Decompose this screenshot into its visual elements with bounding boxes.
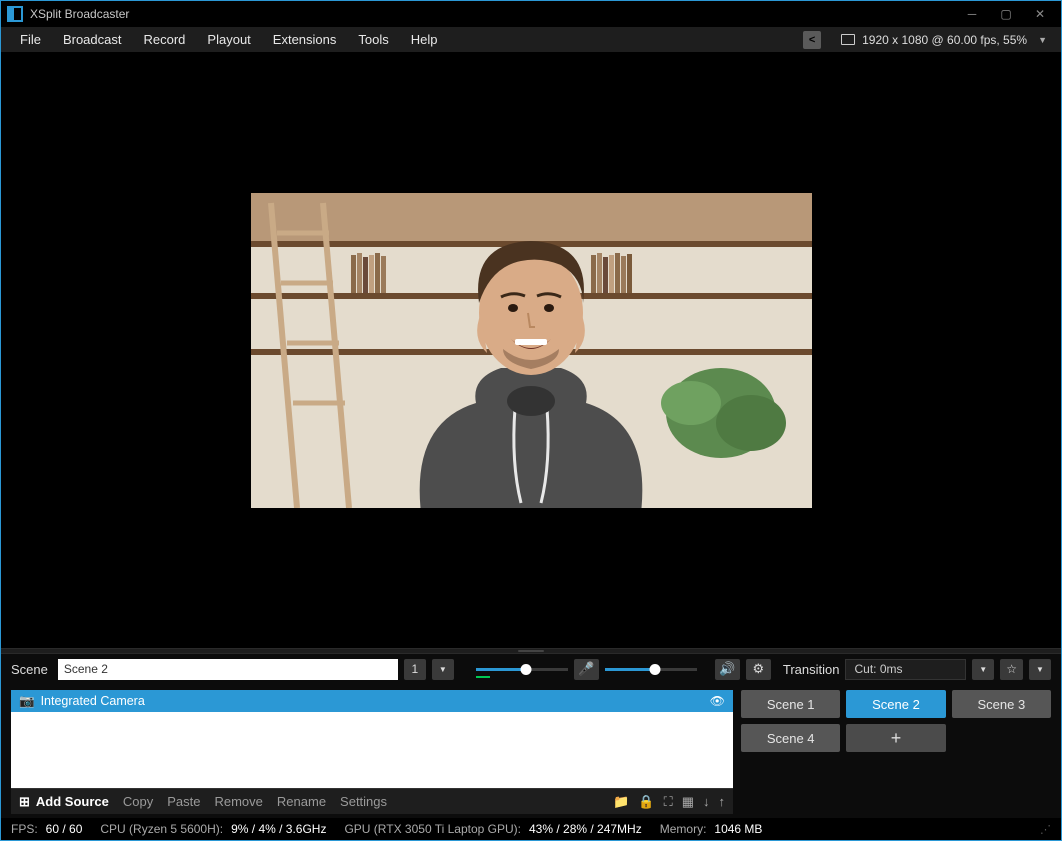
transition-dropdown[interactable]: ▼ <box>972 659 994 680</box>
menu-file[interactable]: File <box>9 28 52 51</box>
gpu-label: GPU (RTX 3050 Ti Laptop GPU): <box>344 822 521 836</box>
lock-icon[interactable]: 🔒 <box>638 794 654 810</box>
minimize-button[interactable]: ─ <box>955 3 989 25</box>
source-item[interactable]: 📷 Integrated Camera 👁 <box>11 690 733 712</box>
memory-value: 1046 MB <box>714 822 762 836</box>
resolution-text: 1920 x 1080 @ 60.00 fps, 55% <box>862 33 1027 47</box>
control-bar: Scene 1 ▼ 🎤 🔊 ⚙ Transition Cut: 0ms ▼ ☆ … <box>1 654 1061 684</box>
transition-value[interactable]: Cut: 0ms <box>845 659 966 680</box>
speaker-volume-slider[interactable] <box>476 659 568 680</box>
favorite-button[interactable]: ☆ <box>1000 659 1023 680</box>
scenes-panel: Scene 1 Scene 2 Scene 3 Scene 4 + <box>741 690 1051 814</box>
scene-label: Scene <box>11 662 48 677</box>
add-source-button[interactable]: ⊞ Add Source <box>19 794 109 810</box>
menubar: File Broadcast Record Playout Extensions… <box>1 27 1061 53</box>
memory-label: Memory: <box>660 822 707 836</box>
share-icon[interactable]: < <box>803 31 821 49</box>
grid-icon[interactable]: ▦ <box>682 794 694 810</box>
rename-action[interactable]: Rename <box>277 794 326 809</box>
status-bar: FPS: 60 / 60 CPU (Ryzen 5 5600H): 9% / 4… <box>1 818 1061 840</box>
menu-items: File Broadcast Record Playout Extensions… <box>9 28 449 51</box>
maximize-button[interactable]: ▢ <box>989 3 1023 25</box>
remove-action[interactable]: Remove <box>214 794 262 809</box>
app-window: XSplit Broadcaster ─ ▢ ✕ File Broadcast … <box>0 0 1062 841</box>
mic-icon: 🎤 <box>578 661 594 677</box>
menu-playout[interactable]: Playout <box>196 28 261 51</box>
camera-icon: 📷 <box>19 694 35 709</box>
scene-button-1[interactable]: Scene 1 <box>741 690 840 718</box>
gpu-value: 43% / 28% / 247MHz <box>529 822 642 836</box>
paste-action[interactable]: Paste <box>167 794 200 809</box>
menu-tools[interactable]: Tools <box>347 28 399 51</box>
move-up-icon[interactable]: ↑ <box>719 794 726 810</box>
preview-area[interactable] <box>1 53 1061 648</box>
equalizer-icon: ⚙ <box>753 661 765 677</box>
cpu-label: CPU (Ryzen 5 5600H): <box>100 822 223 836</box>
chevron-down-icon: ▼ <box>1036 665 1044 674</box>
menu-record[interactable]: Record <box>133 28 197 51</box>
scene-button-3[interactable]: Scene 3 <box>952 690 1051 718</box>
add-icon: ⊞ <box>19 794 30 810</box>
mic-volume-slider[interactable] <box>605 659 697 680</box>
chevron-down-icon: ▼ <box>1038 35 1047 45</box>
visibility-toggle[interactable]: 👁 <box>710 694 725 708</box>
scene-name-input[interactable] <box>58 659 398 680</box>
cpu-value: 9% / 4% / 3.6GHz <box>231 822 326 836</box>
scene-button-2[interactable]: Scene 2 <box>846 690 945 718</box>
menu-broadcast[interactable]: Broadcast <box>52 28 133 51</box>
window-title: XSplit Broadcaster <box>30 7 955 21</box>
sources-panel: 📷 Integrated Camera 👁 ⊞ Add Source Copy … <box>11 690 733 814</box>
chevron-down-icon: ▼ <box>979 665 987 674</box>
xsplit-logo <box>7 6 23 22</box>
mic-button[interactable]: 🎤 <box>574 659 599 680</box>
sources-toolbar: ⊞ Add Source Copy Paste Remove Rename Se… <box>11 788 733 814</box>
add-scene-button[interactable]: + <box>846 724 945 752</box>
source-name: Integrated Camera <box>41 694 145 708</box>
copy-action[interactable]: Copy <box>123 794 153 809</box>
transition-label: Transition <box>783 662 840 677</box>
star-icon: ☆ <box>1006 662 1017 676</box>
add-source-label: Add Source <box>36 794 109 809</box>
scene-button-4[interactable]: Scene 4 <box>741 724 840 752</box>
fullscreen-icon[interactable]: ⛶ <box>664 794 673 810</box>
menu-help[interactable]: Help <box>400 28 449 51</box>
speaker-icon: 🔊 <box>719 661 735 677</box>
fps-label: FPS: <box>11 822 38 836</box>
source-list[interactable]: 📷 Integrated Camera 👁 <box>11 690 733 788</box>
close-button[interactable]: ✕ <box>1023 3 1057 25</box>
menu-extensions[interactable]: Extensions <box>262 28 348 51</box>
move-down-icon[interactable]: ↓ <box>703 794 710 810</box>
preview-video[interactable] <box>251 193 812 508</box>
fps-value: 60 / 60 <box>46 822 83 836</box>
transition-more[interactable]: ▼ <box>1029 659 1051 680</box>
folder-icon[interactable]: 📁 <box>613 794 629 810</box>
titlebar[interactable]: XSplit Broadcaster ─ ▢ ✕ <box>1 1 1061 27</box>
mixer-button[interactable]: ⚙ <box>746 659 771 680</box>
settings-action[interactable]: Settings <box>340 794 387 809</box>
lower-panel: 📷 Integrated Camera 👁 ⊞ Add Source Copy … <box>1 684 1061 818</box>
speaker-button[interactable]: 🔊 <box>715 659 740 680</box>
preview-dropdown[interactable]: ▼ <box>432 659 454 680</box>
chevron-down-icon: ▼ <box>439 665 447 674</box>
monitor-icon <box>841 34 855 45</box>
resolution-display[interactable]: 1920 x 1080 @ 60.00 fps, 55% ▼ <box>835 33 1053 47</box>
preview-number[interactable]: 1 <box>404 659 426 680</box>
resize-grip[interactable]: ⋰ <box>1040 823 1051 836</box>
